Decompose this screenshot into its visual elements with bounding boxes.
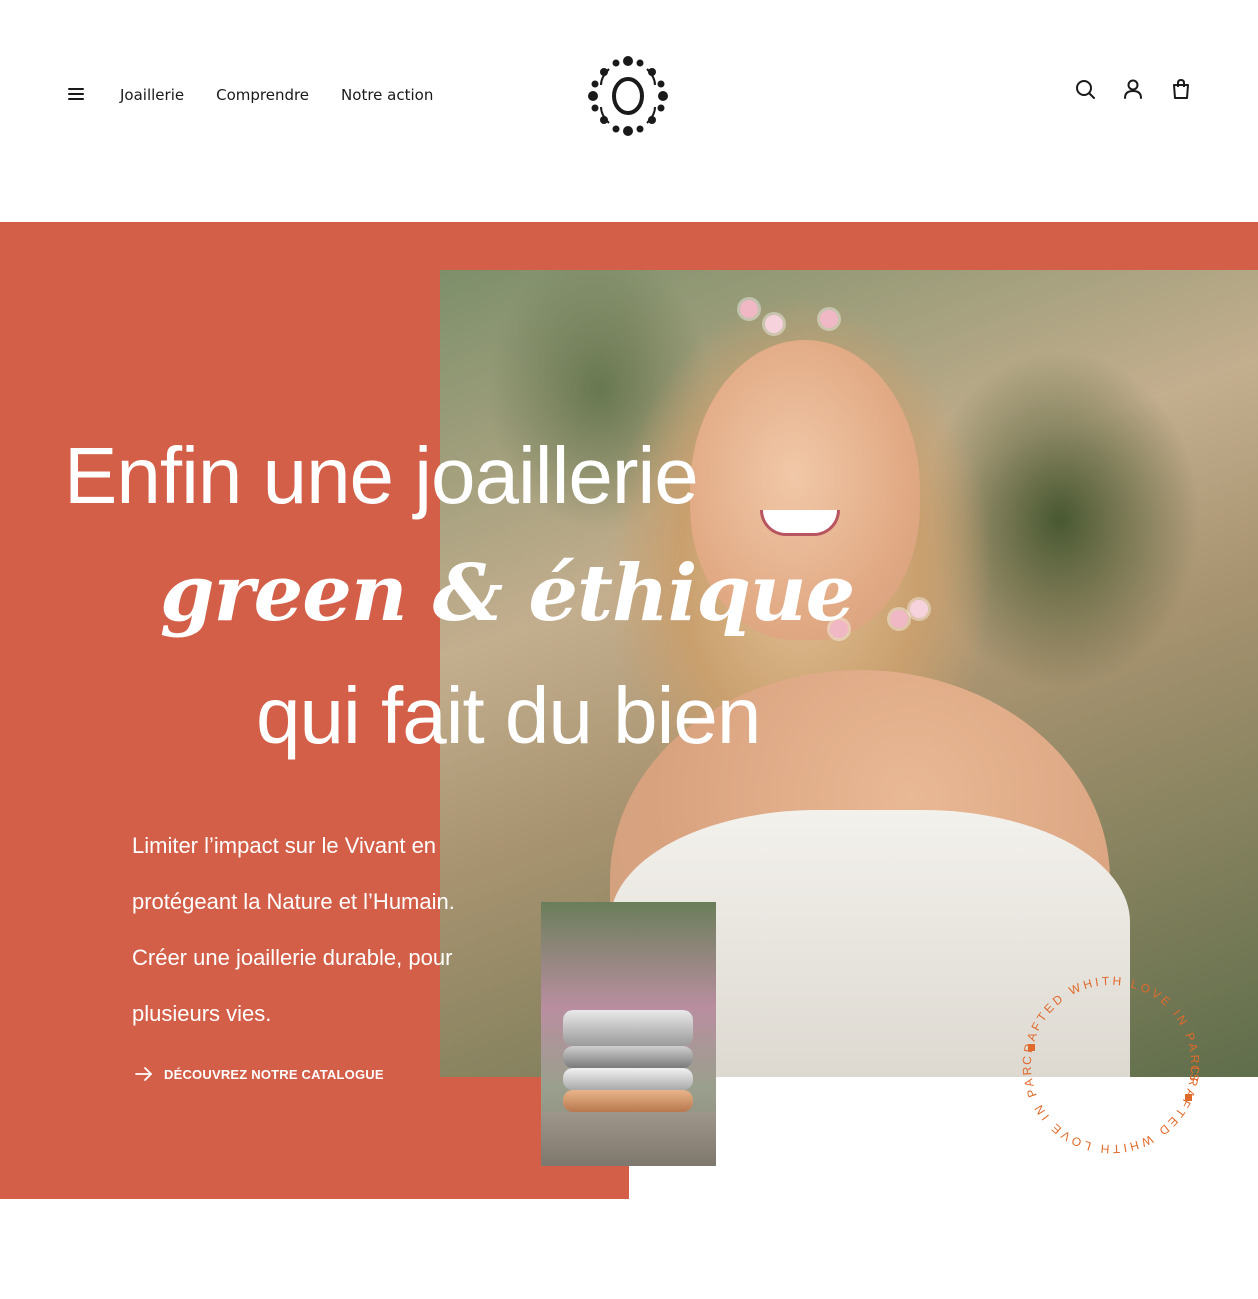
hero-title-line-3: qui fait du bien — [256, 671, 761, 760]
catalogue-link[interactable]: DÉCOUVREZ NOTRE CATALOGUE — [134, 1066, 384, 1082]
header-actions — [1074, 78, 1192, 100]
crafted-badge: CRAFTED WHITH LOVE IN PARIS CRAFTED WHIT… — [1008, 962, 1202, 1156]
hero-description-line: Limiter l’impact sur le Vivant en — [132, 833, 437, 858]
badge-text-2: CRAFTED WHITH LOVE IN PARIS — [1008, 962, 1199, 1156]
ring-stack — [563, 1010, 693, 1130]
catalogue-link-label: DÉCOUVREZ NOTRE CATALOGUE — [164, 1066, 384, 1082]
badge-marker — [1028, 1044, 1035, 1051]
brand-logo[interactable] — [587, 55, 669, 137]
nav-comprendre[interactable]: Comprendre — [216, 86, 309, 104]
hero-description: Limiter l’impact sur le Vivant en protég… — [132, 818, 532, 1042]
nav-notre-action[interactable]: Notre action — [341, 86, 433, 104]
svg-text:CRAFTED WHITH LOVE IN PARIS: CRAFTED WHITH LOVE IN PARIS — [1020, 974, 1202, 1086]
arrow-right-icon — [135, 1067, 152, 1081]
badge-marker — [1185, 1094, 1192, 1101]
search-icon[interactable] — [1074, 78, 1096, 100]
hero-description-line: Créer une joaillerie durable, pour — [132, 945, 453, 970]
account-icon[interactable] — [1122, 78, 1144, 100]
ring-image — [541, 902, 716, 1166]
main-nav: Joaillerie Comprendre Notre action — [120, 86, 433, 104]
hero-title-line-1: Enfin une joaillerie — [64, 431, 699, 520]
hero-title-line-2: green & éthique — [160, 548, 855, 639]
site-header: Joaillerie Comprendre Notre action — [0, 0, 1258, 222]
nav-joaillerie[interactable]: Joaillerie — [120, 86, 184, 104]
hero-description-line: plusieurs vies. — [132, 1001, 272, 1026]
hamburger-icon[interactable] — [68, 88, 84, 104]
hero-description-line: protégeant la Nature et l’Humain. — [132, 889, 455, 914]
badge-text-1: CRAFTED WHITH LOVE IN PARIS — [1020, 974, 1199, 1086]
cart-icon[interactable] — [1170, 78, 1192, 100]
svg-text:CRAFTED WHITH LOVE IN PARIS: CRAFTED WHITH LOVE IN PARIS — [1008, 962, 1202, 1156]
